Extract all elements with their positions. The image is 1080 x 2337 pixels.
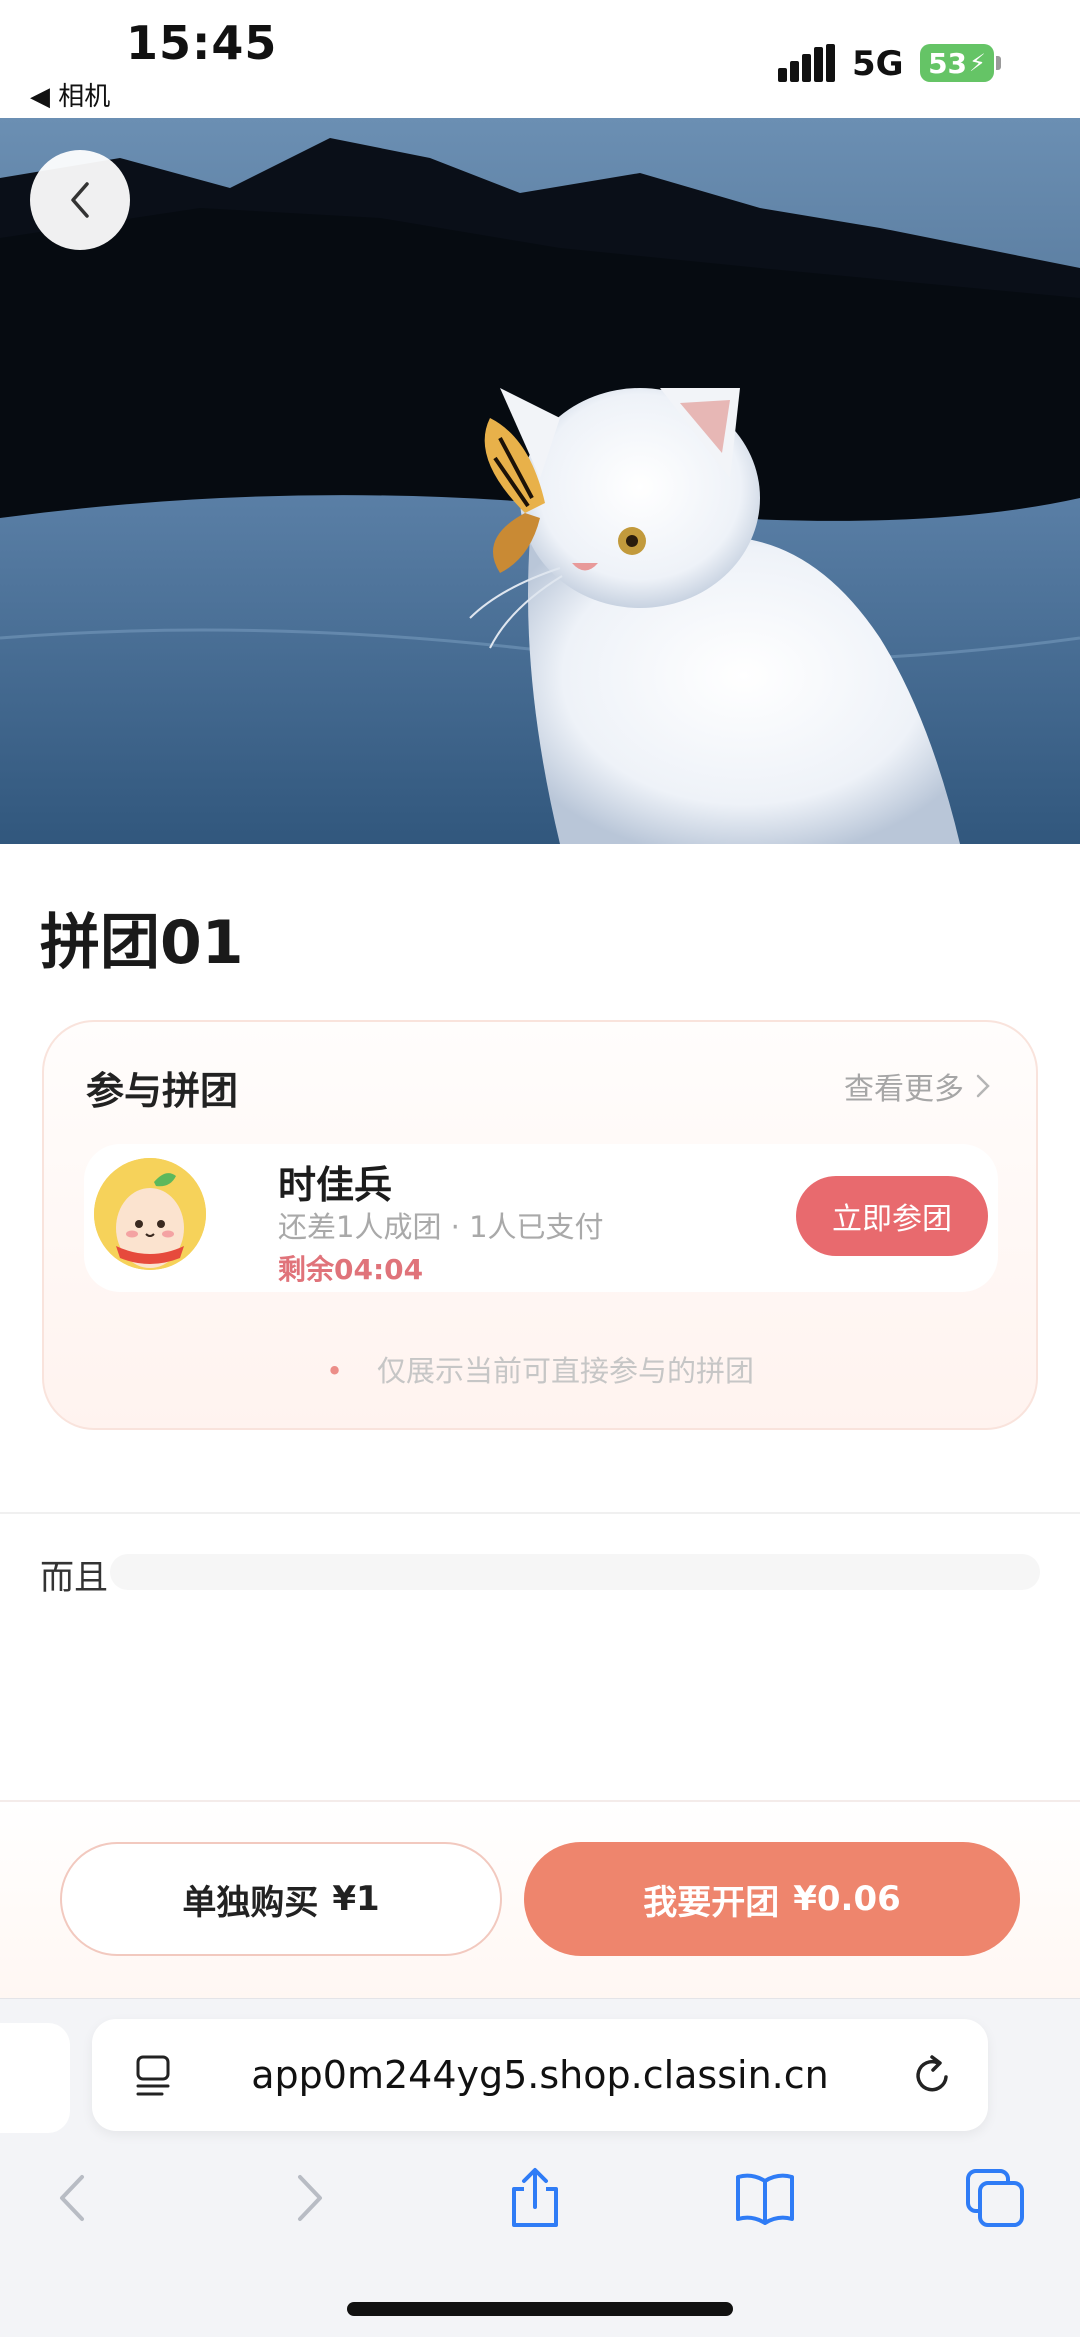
url-text: app0m244yg5.shop.classin.cn bbox=[251, 2053, 829, 2097]
status-time: 15:45 bbox=[126, 16, 278, 70]
chevron-left-icon bbox=[71, 182, 89, 218]
battery-tip bbox=[996, 56, 1001, 70]
reload-icon[interactable] bbox=[908, 2051, 956, 2099]
product-title: 拼团01 bbox=[40, 908, 244, 978]
address-bar[interactable]: app0m244yg5.shop.classin.cn bbox=[92, 2019, 988, 2131]
browser-forward-icon[interactable] bbox=[278, 2167, 340, 2229]
card-note-text: 仅展示当前可直接参与的拼团 bbox=[377, 1354, 755, 1388]
bookmarks-icon[interactable] bbox=[734, 2167, 796, 2229]
see-more-label: 查看更多 bbox=[844, 1072, 964, 1107]
avatar bbox=[94, 1158, 206, 1270]
countdown-timer: 剩余04:04 bbox=[278, 1253, 424, 1286]
description-placeholder-bar bbox=[110, 1554, 1040, 1590]
share-icon[interactable] bbox=[504, 2167, 566, 2229]
purchase-action-bar: 单独购买 ¥1 我要开团 ¥0.06 bbox=[0, 1800, 1080, 1998]
network-type: 5G bbox=[852, 44, 904, 84]
join-group-button[interactable]: 立即参团 bbox=[796, 1176, 988, 1256]
card-note: • 仅展示当前可直接参与的拼团 bbox=[44, 1348, 1036, 1390]
previous-tab-preview[interactable] bbox=[0, 2023, 70, 2133]
buy-alone-price: ¥1 bbox=[332, 1879, 380, 1919]
cat-photo bbox=[0, 118, 1080, 844]
signal-icon bbox=[778, 44, 835, 82]
start-group-label: 我要开团 bbox=[643, 1882, 780, 1923]
section-divider bbox=[0, 1512, 1080, 1514]
group-member-row: 时佳兵 还差1人成团 · 1人已支付 剩余04:04 立即参团 bbox=[84, 1144, 998, 1292]
card-title: 参与拼团 bbox=[86, 1069, 239, 1113]
avatar-cartoon-icon bbox=[94, 1158, 206, 1270]
description-text: 而且 bbox=[40, 1558, 108, 1598]
start-group-button[interactable]: 我要开团 ¥0.06 bbox=[524, 1842, 1020, 1956]
battery-icon: 53 ⚡ bbox=[920, 44, 994, 82]
buy-alone-button[interactable]: 单独购买 ¥1 bbox=[60, 1842, 502, 1956]
chevron-right-icon bbox=[976, 1074, 990, 1098]
home-indicator[interactable] bbox=[347, 2302, 733, 2316]
product-image bbox=[0, 118, 1080, 844]
start-group-price: ¥0.06 bbox=[793, 1879, 901, 1919]
status-bar: 15:45 ◀ 相机 5G 53 ⚡ bbox=[0, 0, 1080, 118]
back-to-app-link[interactable]: ◀ 相机 bbox=[30, 76, 110, 113]
back-button[interactable] bbox=[30, 150, 130, 250]
buy-alone-label: 单独购买 bbox=[182, 1882, 319, 1923]
member-status: 还差1人成团 · 1人已支付 bbox=[278, 1210, 604, 1244]
browser-back-icon[interactable] bbox=[42, 2167, 104, 2229]
join-group-card: 参与拼团 查看更多 时佳兵 还差1人成团 · 1人已支付 剩余04:04 立即参… bbox=[42, 1020, 1038, 1430]
member-name: 时佳兵 bbox=[278, 1163, 393, 1207]
bullet-dot-icon: • bbox=[325, 1354, 344, 1388]
tabs-icon[interactable] bbox=[964, 2167, 1026, 2229]
browser-toolbar: app0m244yg5.shop.classin.cn bbox=[0, 1998, 1080, 2337]
see-more-link[interactable]: 查看更多 bbox=[844, 1064, 992, 1108]
battery-level: 53 bbox=[928, 46, 968, 80]
